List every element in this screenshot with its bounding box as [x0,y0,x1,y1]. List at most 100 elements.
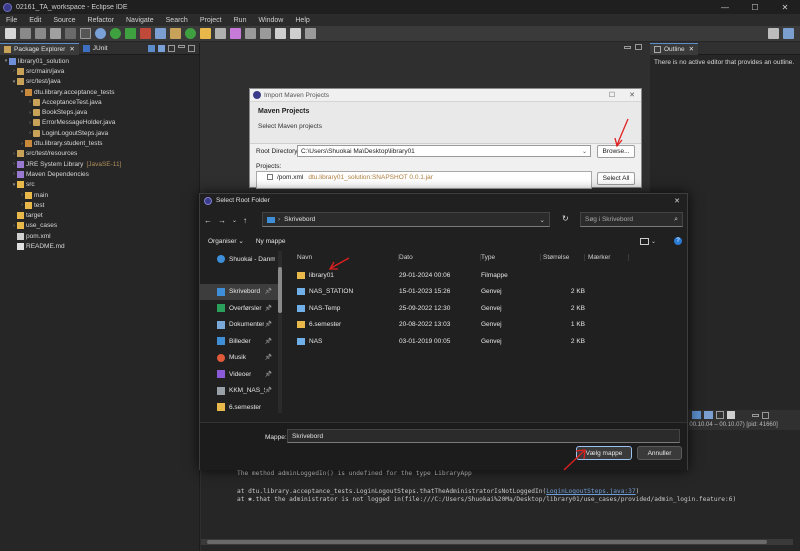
tree-item[interactable]: ▾ src/test/java [0,77,199,87]
address-dropdown-icon[interactable]: ⌄ [540,216,545,224]
back-icon[interactable] [275,28,286,39]
file-row[interactable]: NAS-Temp 25-09-2022 12:30 Genvej 2 KB [287,300,639,317]
tree-item[interactable]: › BookSteps.java [0,107,199,117]
maven-maximize-button[interactable]: ☐ [609,91,615,99]
project-checkbox[interactable] [267,174,273,180]
tree-item[interactable]: › dtu.library.student_tests [0,138,199,148]
collapse-all-icon[interactable] [148,45,155,52]
minimize-view-icon[interactable] [178,45,185,48]
view-options-dropdown-icon[interactable]: ⌄ [651,238,656,245]
prev-annotation-icon[interactable] [260,28,271,39]
tree-item[interactable]: target [0,210,199,220]
close-tab-icon[interactable]: ✕ [69,45,74,53]
file-row[interactable]: NAS_STATION 15-01-2023 15:26 Genvej 2 KB [287,284,639,301]
undo-icon[interactable] [65,28,76,39]
recent-locations-icon[interactable]: ⌄ [232,217,237,224]
nav-scrollbar-thumb[interactable] [278,267,282,313]
tree-item[interactable]: README.md [0,241,199,251]
tree-item[interactable]: › test [0,200,199,210]
nav-item[interactable]: Musik 📌 [200,350,278,367]
tree-item[interactable]: › src/main/java [0,66,199,76]
tree-item[interactable]: pom.xml [0,231,199,241]
close-button[interactable]: ✕ [770,0,800,14]
cancel-button[interactable]: Annuller [637,446,682,460]
menu-window[interactable]: Window [252,17,289,24]
pin-editor-icon[interactable] [305,28,316,39]
nav-item[interactable]: Shuokai - Danm [200,251,278,268]
pin-console-icon[interactable] [704,411,713,419]
nav-scrollbar[interactable] [278,251,282,413]
tab-outline[interactable]: Outline ✕ [650,42,699,55]
menu-project[interactable]: Project [194,17,228,24]
select-all-button[interactable]: Select All [597,172,635,185]
tree-item[interactable]: › use_cases [0,221,199,231]
close-tab-icon[interactable]: ✕ [689,45,694,53]
minimize-console-icon[interactable] [752,413,759,417]
terminal-icon[interactable] [80,28,91,39]
back-arrow-icon[interactable]: ← [204,216,212,225]
console-display-icon[interactable] [692,411,701,419]
build-icon[interactable] [50,28,61,39]
nav-item[interactable]: KKM_NAS_ST📌 [200,383,278,400]
tab-junit[interactable]: JUnit [79,43,112,55]
tree-item[interactable]: ▾ library01_solution [0,56,199,66]
menu-help[interactable]: Help [289,17,315,24]
next-annotation-icon[interactable] [245,28,256,39]
menu-file[interactable]: File [0,17,23,24]
new-console-icon[interactable] [727,411,735,419]
menu-refactor[interactable]: Refactor [82,17,120,24]
external-tools-icon[interactable] [140,28,151,39]
folder-input[interactable]: Skrivebord [287,429,680,443]
new-class-icon[interactable] [185,28,196,39]
maven-close-button[interactable]: ✕ [629,91,635,99]
tab-package-explorer[interactable]: Package Explorer ✕ [0,42,79,55]
address-bar[interactable]: › Skrivebord ⌄ [262,212,550,227]
forward-arrow-icon[interactable]: → [218,216,226,225]
tree-item[interactable]: › JRE System Library [JavaSE-11] [0,159,199,169]
project-item[interactable]: /pom.xml [277,174,303,181]
new-folder-button[interactable]: Ny mappe [256,238,286,245]
toggle-markers-icon[interactable] [230,28,241,39]
breadcrumb[interactable]: Skrivebord [284,216,315,223]
view-menu-icon[interactable] [168,45,175,52]
menu-edit[interactable]: Edit [23,17,47,24]
tree-item[interactable]: › main [0,190,199,200]
help-icon[interactable]: ? [674,237,682,245]
nav-item[interactable]: Dokumenter 📌 [200,317,278,334]
root-directory-field[interactable]: C:\Users\Shuokai Ma\Desktop\library01 ⌄ [297,145,591,157]
open-type-icon[interactable] [200,28,211,39]
organize-button[interactable]: Organiser ⌄ [208,237,244,245]
nav-item[interactable]: Videoer 📌 [200,366,278,383]
column-date[interactable]: Dato [399,253,481,261]
console-view-menu-icon[interactable] [716,411,724,419]
column-type[interactable]: Type [481,253,541,261]
nav-item[interactable]: Skrivebord 📌 [200,283,278,300]
search-icon[interactable] [215,28,226,39]
new-package-icon[interactable] [170,28,181,39]
maximize-editor-icon[interactable] [635,44,642,50]
maximize-view-icon[interactable] [188,45,195,52]
tree-item[interactable]: › ErrorMessageHolder.java [0,118,199,128]
chevron-down-icon[interactable]: ⌄ [582,148,587,155]
save-icon[interactable] [20,28,31,39]
maximize-console-icon[interactable] [762,411,769,419]
file-row[interactable]: 6.semester 20-08-2022 13:03 Genvej 1 KB [287,317,639,334]
menu-navigate[interactable]: Navigate [120,17,160,24]
run-icon[interactable] [110,28,121,39]
minimize-editor-icon[interactable] [624,46,631,49]
up-arrow-icon[interactable]: ↑ [243,216,247,225]
nav-item[interactable]: Billeder 📌 [200,333,278,350]
column-tags[interactable]: Mærker [585,253,629,261]
console-scrollbar-thumb[interactable] [207,540,767,544]
nav-item[interactable]: Overførsler 📌 [200,300,278,317]
file-row[interactable]: NAS 03-01-2019 00:05 Genvej 2 KB [287,333,639,350]
folder-close-button[interactable]: ✕ [674,197,680,205]
tree-item[interactable]: › Maven Dependencies [0,169,199,179]
tree-item[interactable]: ▾ src [0,180,199,190]
new-icon[interactable] [5,28,16,39]
column-size[interactable]: Størrelse [541,253,585,261]
view-options-icon[interactable] [639,237,649,245]
forward-icon[interactable] [290,28,301,39]
tree-item[interactable]: ▾ dtu.library.acceptance_tests [0,87,199,97]
menu-run[interactable]: Run [228,17,253,24]
